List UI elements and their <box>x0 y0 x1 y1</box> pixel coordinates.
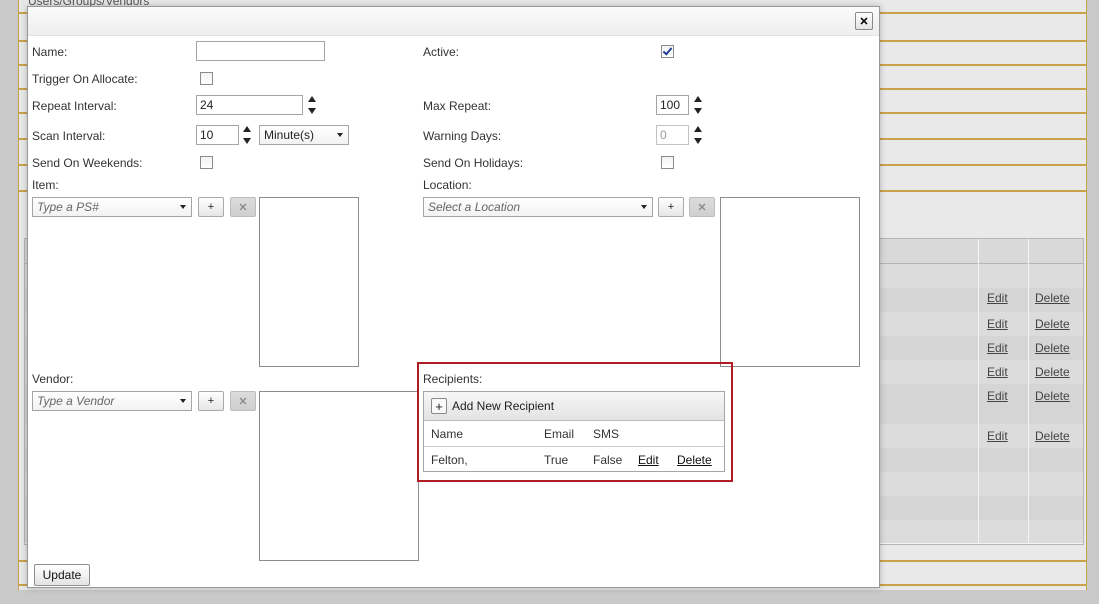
arrow-up-icon <box>694 96 702 102</box>
table-row: Felton, True False Edit Delete <box>424 447 724 471</box>
send-on-holidays-checkbox[interactable] <box>661 156 674 169</box>
row-delete-link[interactable]: Delete <box>1035 365 1070 379</box>
chevron-down-icon <box>337 133 343 137</box>
max-repeat-spinner[interactable] <box>693 95 703 115</box>
column-header-name: Name <box>431 427 464 441</box>
add-new-recipient-label: Add New Recipient <box>452 399 555 413</box>
plus-icon: + <box>667 201 675 213</box>
arrow-up-icon <box>243 126 251 132</box>
recipient-name: Felton, <box>431 453 468 467</box>
send-on-weekends-checkbox[interactable] <box>200 156 213 169</box>
chevron-down-icon <box>180 399 186 403</box>
add-new-recipient-button[interactable]: + Add New Recipient <box>431 397 554 415</box>
location-listbox[interactable] <box>720 197 860 367</box>
add-vendor-button[interactable]: + <box>198 391 224 411</box>
row-delete-link[interactable]: Delete <box>1035 341 1070 355</box>
repeat-interval-label: Repeat Interval: <box>32 99 117 113</box>
plus-icon: + <box>431 398 447 414</box>
arrow-up-icon <box>308 96 316 102</box>
row-delete-link[interactable]: Delete <box>1035 389 1070 403</box>
bg-vdivider <box>1086 0 1087 590</box>
bg-vdivider <box>18 0 19 590</box>
scan-interval-spinner[interactable] <box>242 125 252 145</box>
active-label: Active: <box>423 45 460 59</box>
arrow-up-icon <box>694 126 702 132</box>
recipients-label: Recipients: <box>423 372 483 386</box>
send-on-holidays-label: Send On Holidays: <box>423 156 524 170</box>
recipient-sms: False <box>593 453 623 467</box>
arrow-down-icon <box>308 108 316 114</box>
add-location-button[interactable]: + <box>658 197 684 217</box>
trigger-on-allocate-checkbox[interactable] <box>200 72 213 85</box>
row-edit-link[interactable]: Edit <box>987 317 1008 331</box>
trigger-on-allocate-label: Trigger On Allocate: <box>32 72 138 86</box>
bg-column-separator <box>978 239 979 544</box>
bg-column-separator <box>1028 239 1029 544</box>
column-header-email: Email <box>544 427 575 441</box>
item-listbox[interactable] <box>259 197 359 367</box>
vendor-label: Vendor: <box>32 372 74 386</box>
plus-icon: + <box>207 395 215 407</box>
row-delete-link[interactable]: Delete <box>1035 317 1070 331</box>
item-label: Item: <box>32 178 59 192</box>
warning-days-spinner[interactable] <box>693 125 703 145</box>
recipients-grid: + Add New Recipient Name Email SMS Felto… <box>423 391 725 472</box>
add-item-button[interactable]: + <box>198 197 224 217</box>
vendor-listbox[interactable] <box>259 391 419 561</box>
scan-interval-label: Scan Interval: <box>32 129 106 143</box>
row-edit-link[interactable]: Edit <box>987 365 1008 379</box>
recipient-edit-link[interactable]: Edit <box>638 453 659 467</box>
close-icon <box>698 203 706 211</box>
recipients-toolbar: + Add New Recipient <box>424 392 724 421</box>
close-button[interactable] <box>855 12 873 30</box>
name-label: Name: <box>32 45 68 59</box>
location-combobox[interactable]: Select a Location <box>423 197 653 217</box>
row-edit-link[interactable]: Edit <box>987 389 1008 403</box>
max-repeat-input[interactable] <box>656 95 689 115</box>
scan-unit-select[interactable]: Minute(s) <box>259 125 349 145</box>
remove-vendor-button[interactable] <box>230 391 256 411</box>
send-on-weekends-label: Send On Weekends: <box>32 156 143 170</box>
name-input[interactable] <box>196 41 325 61</box>
close-icon <box>860 17 868 25</box>
column-header-sms: SMS <box>593 427 620 441</box>
close-icon <box>239 397 247 405</box>
close-icon <box>239 203 247 211</box>
arrow-down-icon <box>694 138 702 144</box>
row-delete-link[interactable]: Delete <box>1035 429 1070 443</box>
row-delete-link[interactable]: Delete <box>1035 291 1070 305</box>
row-edit-link[interactable]: Edit <box>987 429 1008 443</box>
item-placeholder: Type a PS# <box>37 200 99 214</box>
dialog-titlebar <box>28 7 879 36</box>
remove-location-button[interactable] <box>689 197 715 217</box>
recipients-header-row: Name Email SMS <box>424 421 724 447</box>
warning-days-label: Warning Days: <box>423 129 502 143</box>
vendor-placeholder: Type a Vendor <box>37 394 115 408</box>
row-edit-link[interactable]: Edit <box>987 291 1008 305</box>
chevron-down-icon <box>180 205 186 209</box>
update-button[interactable]: Update <box>34 564 90 586</box>
max-repeat-label: Max Repeat: <box>423 99 492 113</box>
active-checkbox[interactable] <box>661 45 674 58</box>
location-placeholder: Select a Location <box>428 200 521 214</box>
chevron-down-icon <box>641 205 647 209</box>
edit-alert-dialog: Name: Active: Trigger On Allocate: Repea… <box>27 6 880 588</box>
remove-item-button[interactable] <box>230 197 256 217</box>
row-edit-link[interactable]: Edit <box>987 341 1008 355</box>
arrow-down-icon <box>243 138 251 144</box>
warning-days-input[interactable] <box>656 125 689 145</box>
plus-icon: + <box>207 201 215 213</box>
item-combobox[interactable]: Type a PS# <box>32 197 192 217</box>
location-label: Location: <box>423 178 472 192</box>
recipient-delete-link[interactable]: Delete <box>677 453 712 467</box>
scan-interval-input[interactable] <box>196 125 239 145</box>
vendor-combobox[interactable]: Type a Vendor <box>32 391 192 411</box>
repeat-interval-spinner[interactable] <box>307 95 317 115</box>
scan-unit-value: Minute(s) <box>264 128 315 142</box>
repeat-interval-input[interactable] <box>196 95 303 115</box>
arrow-down-icon <box>694 108 702 114</box>
recipient-email: True <box>544 453 569 467</box>
